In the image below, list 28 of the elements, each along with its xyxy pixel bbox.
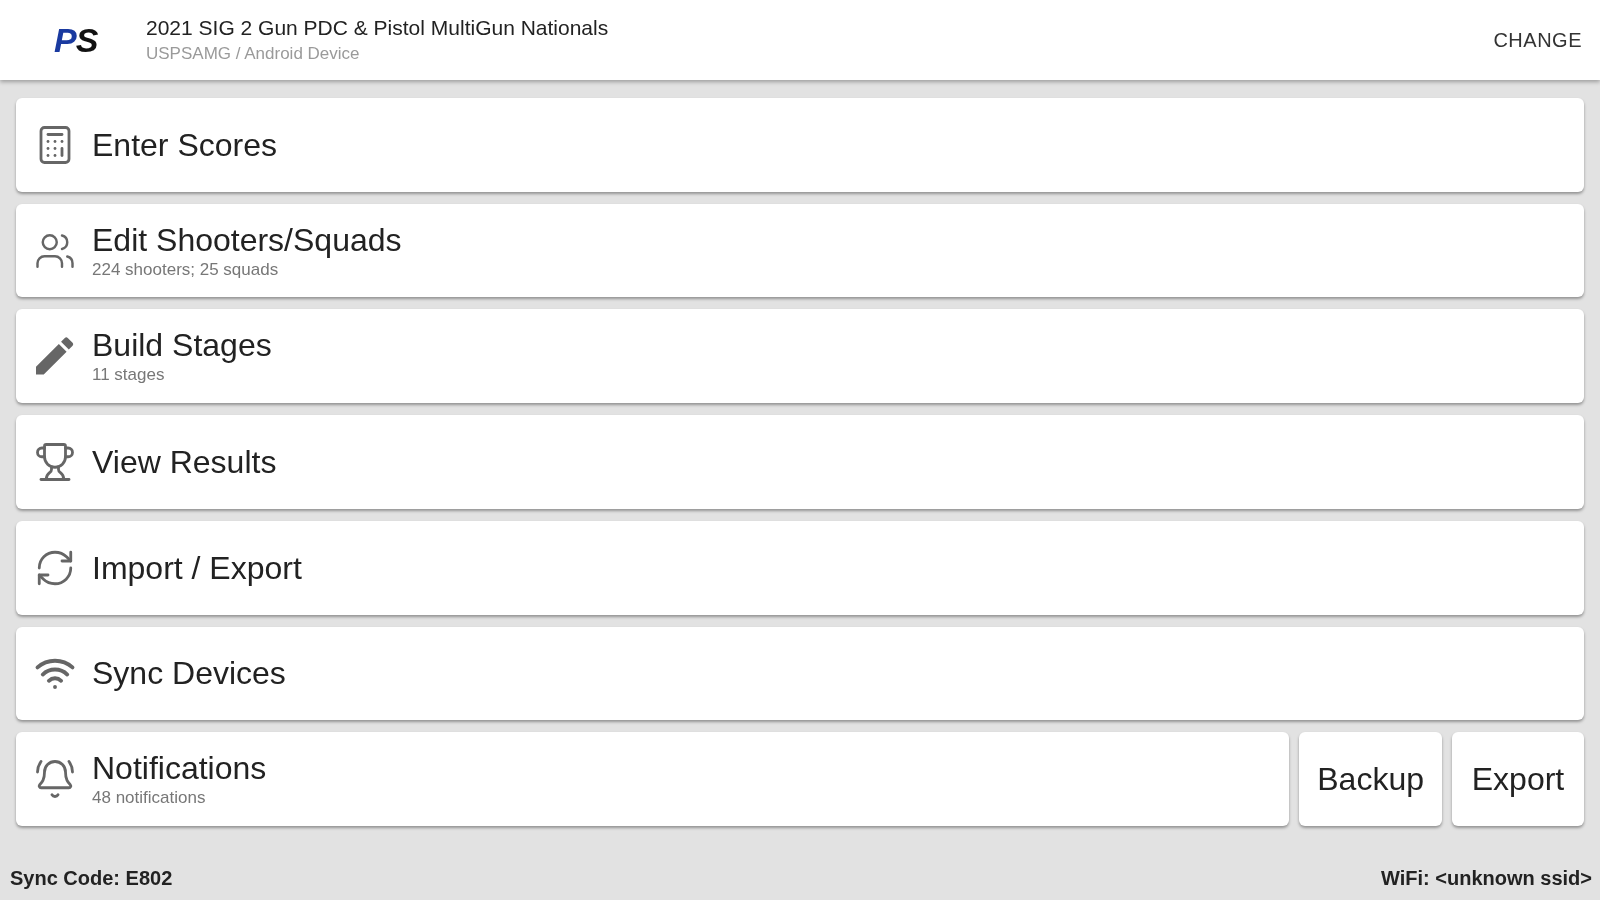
menu-item-subtitle: 11 stages (92, 364, 166, 387)
menu-item-subtitle: 224 shooters; 25 squads (92, 258, 280, 281)
menu-item-title: Import / Export (92, 548, 302, 587)
action-button[interactable]: Backup (1299, 732, 1442, 827)
pencil-icon (36, 337, 74, 376)
menu-item[interactable]: Import / Export (16, 520, 1584, 615)
event-subtitle: USPSAMG / Android Device (146, 43, 361, 65)
menu-item[interactable]: Build Stages 11 stages (16, 309, 1584, 404)
menu-item[interactable]: Enter Scores (16, 98, 1584, 192)
menu-item-title: View Results (92, 443, 277, 481)
menu-item-title: Notifications (92, 749, 267, 788)
menu-item-title: Edit Shooters/Squads (92, 220, 402, 259)
logo-text: PS (54, 23, 99, 57)
menu-item[interactable]: View Results (16, 415, 1584, 509)
menu-item[interactable]: Sync Devices (16, 626, 1584, 721)
bell-icon (34, 758, 76, 801)
menu-item-title: Build Stages (92, 326, 272, 365)
menu-item[interactable]: Notifications 48 notifications (16, 732, 1290, 827)
wifi-status: WiFi: <unknown ssid> (1381, 866, 1592, 891)
trophy-icon (34, 441, 76, 483)
sync-code: Sync Code: E802 (10, 866, 173, 891)
change-button[interactable]: CHANGE (1489, 17, 1586, 63)
menu-item-title: Sync Devices (92, 654, 286, 693)
menu-item[interactable]: Edit Shooters/Squads 224 shooters; 25 squads (16, 203, 1584, 298)
menu-item-subtitle: 48 notifications (92, 787, 207, 810)
action-button[interactable]: Export (1452, 732, 1584, 827)
menu-item-title: Enter Scores (92, 125, 277, 164)
event-title: 2021 SIG 2 Gun PDC & Pistol MultiGun Nationals (146, 15, 610, 41)
